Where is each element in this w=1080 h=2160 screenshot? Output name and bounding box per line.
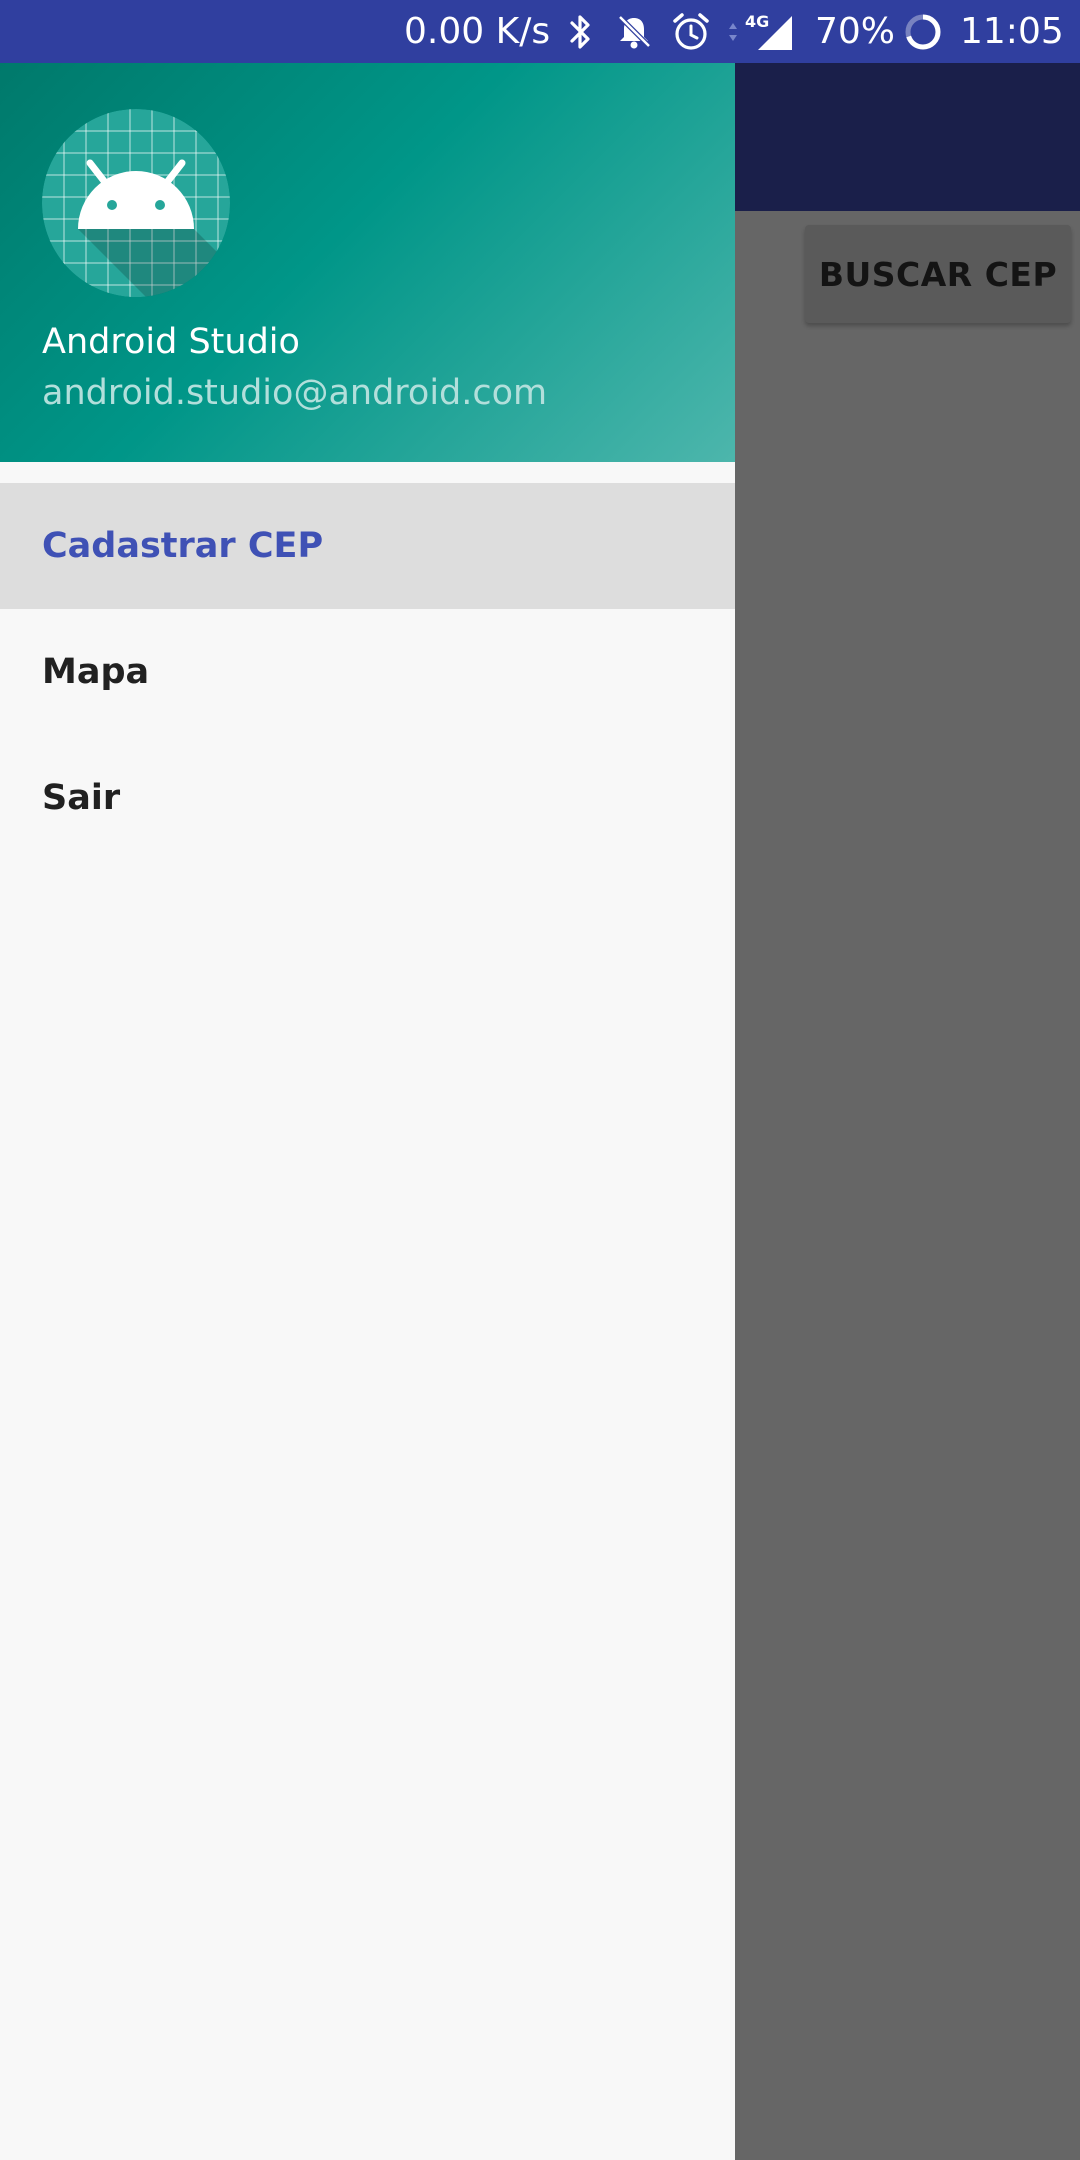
drawer-menu: Cadastrar CEP Mapa Sair	[0, 483, 735, 861]
alarm-icon	[670, 0, 712, 63]
menu-item-label: Cadastrar CEP	[42, 526, 324, 566]
battery-level: 70%	[815, 11, 896, 52]
user-name: Android Studio	[42, 322, 300, 362]
battery-ring-icon	[903, 0, 943, 63]
menu-item-mapa[interactable]: Mapa	[0, 609, 735, 735]
status-bar: 0.00 K/s 4G 70% 11:05	[0, 0, 1080, 63]
notifications-off-icon	[614, 0, 654, 63]
bluetooth-icon	[566, 0, 596, 63]
drawer-header: Android Studio android.studio@android.co…	[0, 63, 735, 462]
navigation-drawer: Android Studio android.studio@android.co…	[0, 63, 735, 2160]
menu-item-label: Mapa	[42, 652, 150, 692]
buscar-cep-button[interactable]: BUSCAR CEP	[805, 225, 1071, 323]
clock: 11:05	[960, 11, 1064, 52]
data-arrows-icon	[727, 0, 739, 63]
signal-icon	[754, 0, 794, 63]
menu-item-label: Sair	[42, 778, 121, 818]
app-toolbar	[735, 63, 1080, 211]
main-content-scrim[interactable]	[735, 211, 1080, 2160]
net-speed: 0.00 K/s	[404, 11, 551, 52]
menu-item-sair[interactable]: Sair	[0, 735, 735, 861]
android-logo-icon	[42, 109, 230, 297]
user-email: android.studio@android.com	[42, 373, 548, 413]
menu-item-cadastrar-cep[interactable]: Cadastrar CEP	[0, 483, 735, 609]
